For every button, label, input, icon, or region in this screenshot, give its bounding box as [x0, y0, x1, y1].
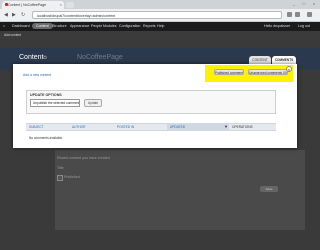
toolbar-item-configuration[interactable]: Configuration: [119, 22, 140, 31]
menu-icon[interactable]: [307, 12, 312, 17]
column-subject[interactable]: Subject: [29, 123, 44, 131]
url-field[interactable]: localhost/drupal7/content#overlay=admin/…: [32, 11, 282, 19]
unapproved-comments-button[interactable]: Unapproved comments (0): [248, 69, 288, 75]
page-title-ghost: NoCoffeePage: [77, 54, 123, 61]
overlay-close-icon[interactable]: x: [286, 66, 292, 72]
column-author[interactable]: Author: [72, 123, 85, 131]
maximize-button[interactable]: □: [300, 0, 308, 7]
update-options-legend: UPDATE OPTIONS: [30, 93, 62, 97]
logout-link[interactable]: Log out: [298, 22, 310, 31]
add-content-link[interactable]: Add a new content: [23, 73, 51, 77]
empty-table-message: No comments available.: [29, 136, 64, 140]
background-save-button[interactable]: Save: [260, 186, 278, 192]
tab-title: Content | NoCoffeePage: [8, 3, 47, 7]
column-posted-in[interactable]: Posted in: [117, 123, 134, 131]
minimize-button[interactable]: _: [290, 0, 298, 7]
extension-icon[interactable]: [287, 12, 292, 17]
reload-icon[interactable]: ↻: [21, 11, 25, 19]
user-greeting[interactable]: Hello drupaluser: [264, 22, 290, 31]
published-comments-button[interactable]: Published comments: [214, 69, 244, 75]
new-tab-button[interactable]: [66, 2, 74, 8]
background-text: Recent content you have created: [57, 156, 110, 160]
background-text: Title: [57, 166, 64, 170]
toolbar-item-help[interactable]: Help: [157, 22, 164, 31]
toolbar-item-reports[interactable]: Reports: [143, 22, 156, 31]
background-text: Published: [64, 175, 80, 179]
shortcut-add-content[interactable]: Add content: [4, 31, 21, 39]
back-icon[interactable]: ◀: [4, 11, 8, 19]
toolbar-item-structure[interactable]: Structure: [52, 22, 67, 31]
toolbar-item-people[interactable]: People: [91, 22, 102, 31]
operation-select[interactable]: Unpublish the selected comments: [30, 99, 80, 107]
background-save-label: Save: [265, 187, 273, 191]
background-checkbox[interactable]: [57, 175, 63, 181]
favicon-icon: [5, 3, 8, 6]
browser-tab[interactable]: Content | NoCoffeePage ×: [2, 1, 64, 9]
shortcut-bar: [0, 31, 320, 39]
sort-desc-icon[interactable]: ▼: [224, 124, 228, 130]
toolbar-item-content[interactable]: Content: [32, 23, 53, 29]
forward-icon[interactable]: ▶: [12, 11, 16, 19]
toolbar-item-dashboard[interactable]: Dashboard: [12, 22, 30, 31]
column-operations: Operations: [232, 125, 253, 129]
home-icon[interactable]: ⌂: [3, 22, 5, 31]
page-title: Content: [19, 54, 44, 61]
column-updated[interactable]: Updated: [170, 123, 185, 131]
tab-comments[interactable]: COMMENTS: [272, 56, 296, 64]
shortcut-star-icon[interactable]: ✩: [43, 55, 47, 61]
close-window-button[interactable]: ×: [310, 0, 318, 7]
extension-icon[interactable]: [295, 12, 300, 17]
toolbar-item-modules[interactable]: Modules: [103, 22, 117, 31]
update-button[interactable]: Update: [84, 99, 102, 107]
close-tab-icon[interactable]: ×: [60, 1, 62, 9]
tab-content[interactable]: CONTENT: [249, 56, 271, 64]
toolbar-item-appearance[interactable]: Appearance: [70, 22, 89, 31]
